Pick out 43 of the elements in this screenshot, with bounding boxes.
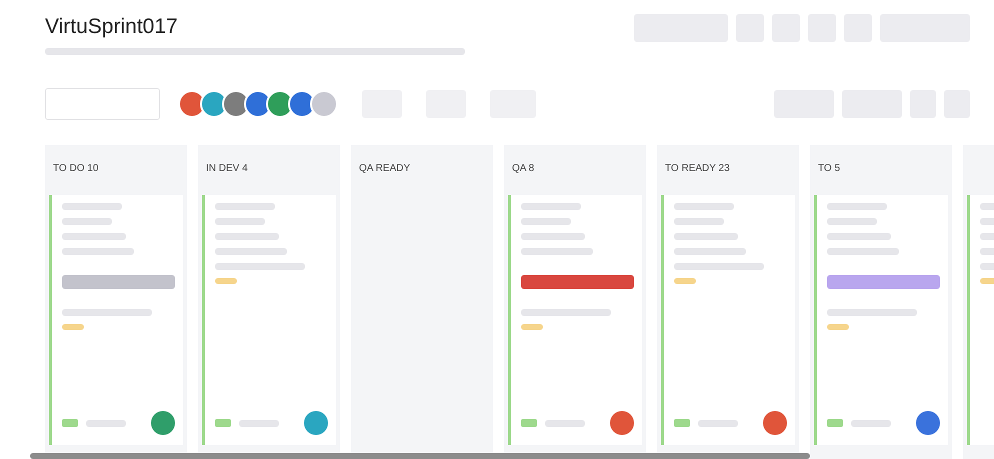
column-title: TO READY 23 [665,163,730,174]
text-placeholder [674,218,724,225]
text-placeholder [674,233,738,240]
text-placeholder [215,218,265,225]
text-placeholder [827,218,877,225]
label-chip [215,419,231,427]
text-placeholder [521,218,571,225]
priority-marker [62,324,84,330]
column-title: TO DO 10 [53,163,98,174]
label-chip [827,419,843,427]
text-placeholder [851,420,891,426]
text-placeholder [62,203,122,210]
text-placeholder [521,203,581,210]
board-title: VirtuSprint017 [45,14,178,40]
text-placeholder [239,420,279,426]
priority-marker [827,324,849,330]
label-chip [521,419,537,427]
text-placeholder [86,420,126,426]
text-placeholder [827,248,899,255]
text-placeholder [521,233,585,240]
text-placeholder [545,420,585,426]
text-placeholder [698,420,738,426]
text-placeholder [62,233,126,240]
text-placeholder [827,233,891,240]
text-placeholder [674,248,746,255]
text-placeholder [62,218,112,225]
column-title: IN DEV 4 [206,163,248,174]
text-placeholder [62,248,134,255]
text-placeholder [674,203,734,210]
priority-marker [674,278,696,284]
column-title: TO 5 [818,163,840,174]
text-placeholder [215,248,287,255]
priority-marker [215,278,237,284]
column-title: QA 8 [512,163,534,174]
label-chip [674,419,690,427]
search-field[interactable] [45,88,160,120]
text-placeholder [521,248,593,255]
column-title: QA READY [359,163,410,174]
text-placeholder [215,203,275,210]
label-chip [62,419,78,427]
priority-marker [521,324,543,330]
text-placeholder [827,203,887,210]
text-placeholder [215,233,279,240]
